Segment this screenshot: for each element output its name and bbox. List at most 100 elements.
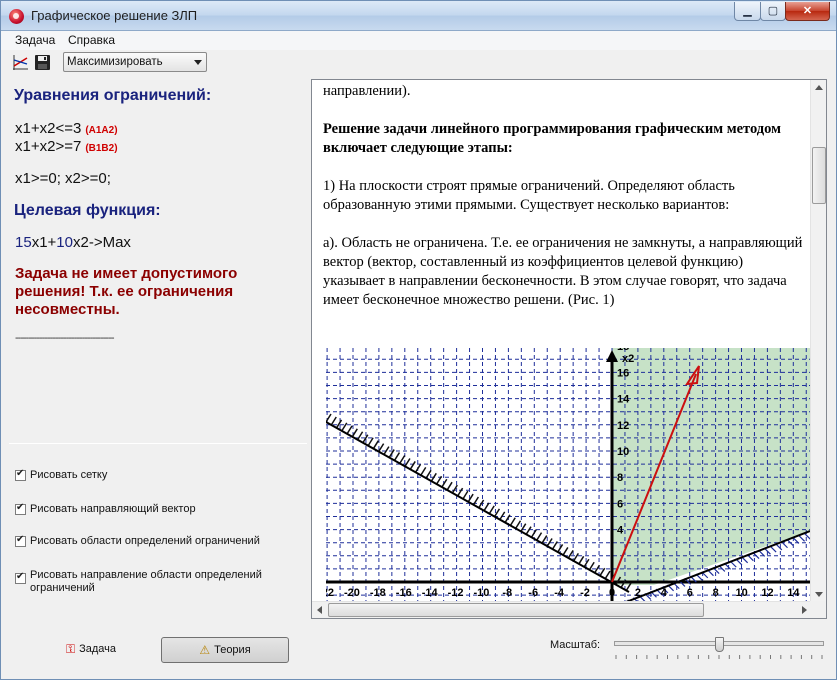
y-tick-label: 4	[617, 525, 624, 537]
y-tick-label: 8	[617, 472, 623, 484]
draw-grid-label: Рисовать сетку	[30, 469, 108, 481]
constraint-1-tag: (A1A2)	[85, 125, 118, 136]
task-button[interactable]: ⚿ Задача	[56, 637, 126, 663]
scrollbar-corner	[810, 601, 826, 618]
constraint-2: x1+x2>=7 (B1B2)	[15, 138, 118, 155]
constraint-2-tag: (B1B2)	[85, 143, 118, 154]
draw-regions-checkbox[interactable]	[15, 534, 26, 547]
hatch-mark	[462, 490, 469, 500]
objective-coef-2: 10	[56, 234, 73, 251]
optimization-mode-select[interactable]: Максимизировать	[63, 52, 207, 72]
hatch-mark	[356, 431, 364, 441]
vertical-scroll-thumb[interactable]	[812, 147, 826, 204]
app-icon	[9, 9, 24, 24]
doc-paragraph-3: а). Область не ограничена. Т.е. ее огран…	[323, 235, 803, 308]
task-icon: ⚿	[65, 642, 76, 657]
app-window: Графическое решение ЗЛП ▁ ▢ ✕ Задача Спр…	[0, 0, 837, 680]
scale-label: Масштаб:	[550, 639, 601, 651]
constraint-1-expr: x1+x2<=3	[15, 120, 82, 137]
draw-vector-checkbox[interactable]	[15, 502, 26, 515]
menu-task[interactable]: Задача	[15, 33, 55, 47]
hatch-mark	[499, 511, 506, 521]
hatch-mark	[483, 502, 490, 512]
y-tick-label: 10	[617, 446, 629, 458]
x-tick-label: -6	[528, 587, 538, 599]
horizontal-scrollbar[interactable]	[312, 601, 812, 618]
scroll-down-icon[interactable]	[815, 592, 823, 597]
y-tick-label: 16	[617, 367, 629, 379]
draw-vector-label: Рисовать направляющий вектор	[30, 503, 196, 515]
x-tick-label: -2	[580, 587, 590, 599]
x-tick-label: -10	[474, 587, 490, 599]
x-tick-label: 8	[713, 587, 719, 599]
x-tick-label: 2	[635, 587, 641, 599]
toolbar: Максимизировать	[1, 50, 836, 75]
close-button[interactable]: ✕	[785, 2, 830, 21]
hatch-mark	[525, 526, 532, 536]
x-tick-label: 12	[761, 587, 773, 599]
constraint-2-expr: x1+x2>=7	[15, 138, 82, 155]
example-graph: x2 -22-20-18-16-14-12-10-8-6-4-202468101…	[326, 348, 810, 602]
draw-grid-checkbox[interactable]	[15, 468, 26, 481]
hatch-mark	[399, 455, 406, 464]
scroll-left-icon[interactable]	[317, 606, 322, 614]
scroll-right-icon[interactable]	[802, 606, 807, 614]
window-title: Графическое решение ЗЛП	[31, 8, 198, 23]
x-tick-label: -4	[554, 587, 565, 599]
hatch-mark	[404, 458, 411, 467]
scale-slider-ticks	[615, 655, 823, 659]
hatch-mark	[372, 440, 380, 450]
vertical-scrollbar[interactable]	[810, 80, 826, 602]
task-button-label: Задача	[79, 643, 117, 655]
menu-bar: Задача Справка	[1, 31, 836, 50]
theory-viewer[interactable]: направлении). Решение задачи линейного п…	[311, 79, 827, 619]
constraint-1: x1+x2<=3 (A1A2)	[15, 120, 118, 137]
objective-term-2: x2->Max	[72, 234, 131, 251]
constraint-line-a	[326, 421, 630, 593]
doc-paragraph-1: Решение задачи линейного программировани…	[323, 121, 781, 156]
save-icon[interactable]	[34, 54, 51, 71]
hatch-mark	[414, 464, 422, 473]
hatch-mark	[514, 520, 522, 530]
y-tick-label: 6	[617, 498, 623, 510]
hatch-mark	[367, 437, 374, 447]
error-message: Задача не имеет допустимого решения! Т.к…	[15, 265, 238, 318]
hatch-mark	[335, 419, 343, 429]
doc-paragraph-2: 1) На плоскости строят прямые ограничени…	[323, 178, 735, 213]
options-divider	[9, 443, 307, 444]
theory-button-label: Теория	[214, 644, 251, 656]
x-tick-label: -20	[344, 587, 360, 599]
draw-region-direction-checkbox[interactable]	[15, 571, 26, 584]
solution-panel: Уравнения ограничений: x1+x2<=3 (A1A2) x1…	[1, 76, 308, 621]
x-tick-label: 14	[787, 587, 800, 599]
y-tick-label: 18	[617, 348, 629, 353]
x-tick-label: -18	[370, 587, 386, 599]
hatch-mark	[441, 478, 448, 488]
hatch-mark	[446, 481, 453, 491]
scale-slider-thumb[interactable]	[714, 637, 724, 652]
x-tick-label: 4	[661, 587, 668, 599]
objective-coef-1: 15	[15, 234, 32, 251]
y-tick-label: 14	[617, 394, 630, 406]
objective-heading: Целевая функция:	[14, 202, 161, 219]
optimization-mode-value: Максимизировать	[67, 56, 163, 68]
scroll-up-icon[interactable]	[815, 85, 823, 90]
hatch-mark	[409, 461, 416, 470]
hatch-mark	[341, 422, 348, 432]
minimize-button[interactable]: ▁	[734, 2, 761, 21]
x-tick-label: -16	[396, 587, 412, 599]
x-tick-label: 6	[687, 587, 693, 599]
hatch-mark	[467, 493, 474, 503]
hatch-mark	[530, 529, 537, 539]
hatch-mark	[509, 517, 516, 527]
x-tick-label: -12	[448, 587, 464, 599]
theory-button[interactable]: ⚠ Теория	[161, 637, 289, 663]
bottom-bar: ⚿ Задача ⚠ Теория Масштаб:	[1, 623, 836, 679]
horizontal-scroll-thumb[interactable]	[328, 603, 704, 617]
graph-icon[interactable]	[12, 54, 29, 71]
hatch-mark	[456, 487, 464, 497]
hatch-mark	[504, 514, 511, 524]
hatch-mark	[346, 425, 353, 435]
maximize-button[interactable]: ▢	[760, 2, 786, 21]
menu-help[interactable]: Справка	[68, 33, 115, 47]
